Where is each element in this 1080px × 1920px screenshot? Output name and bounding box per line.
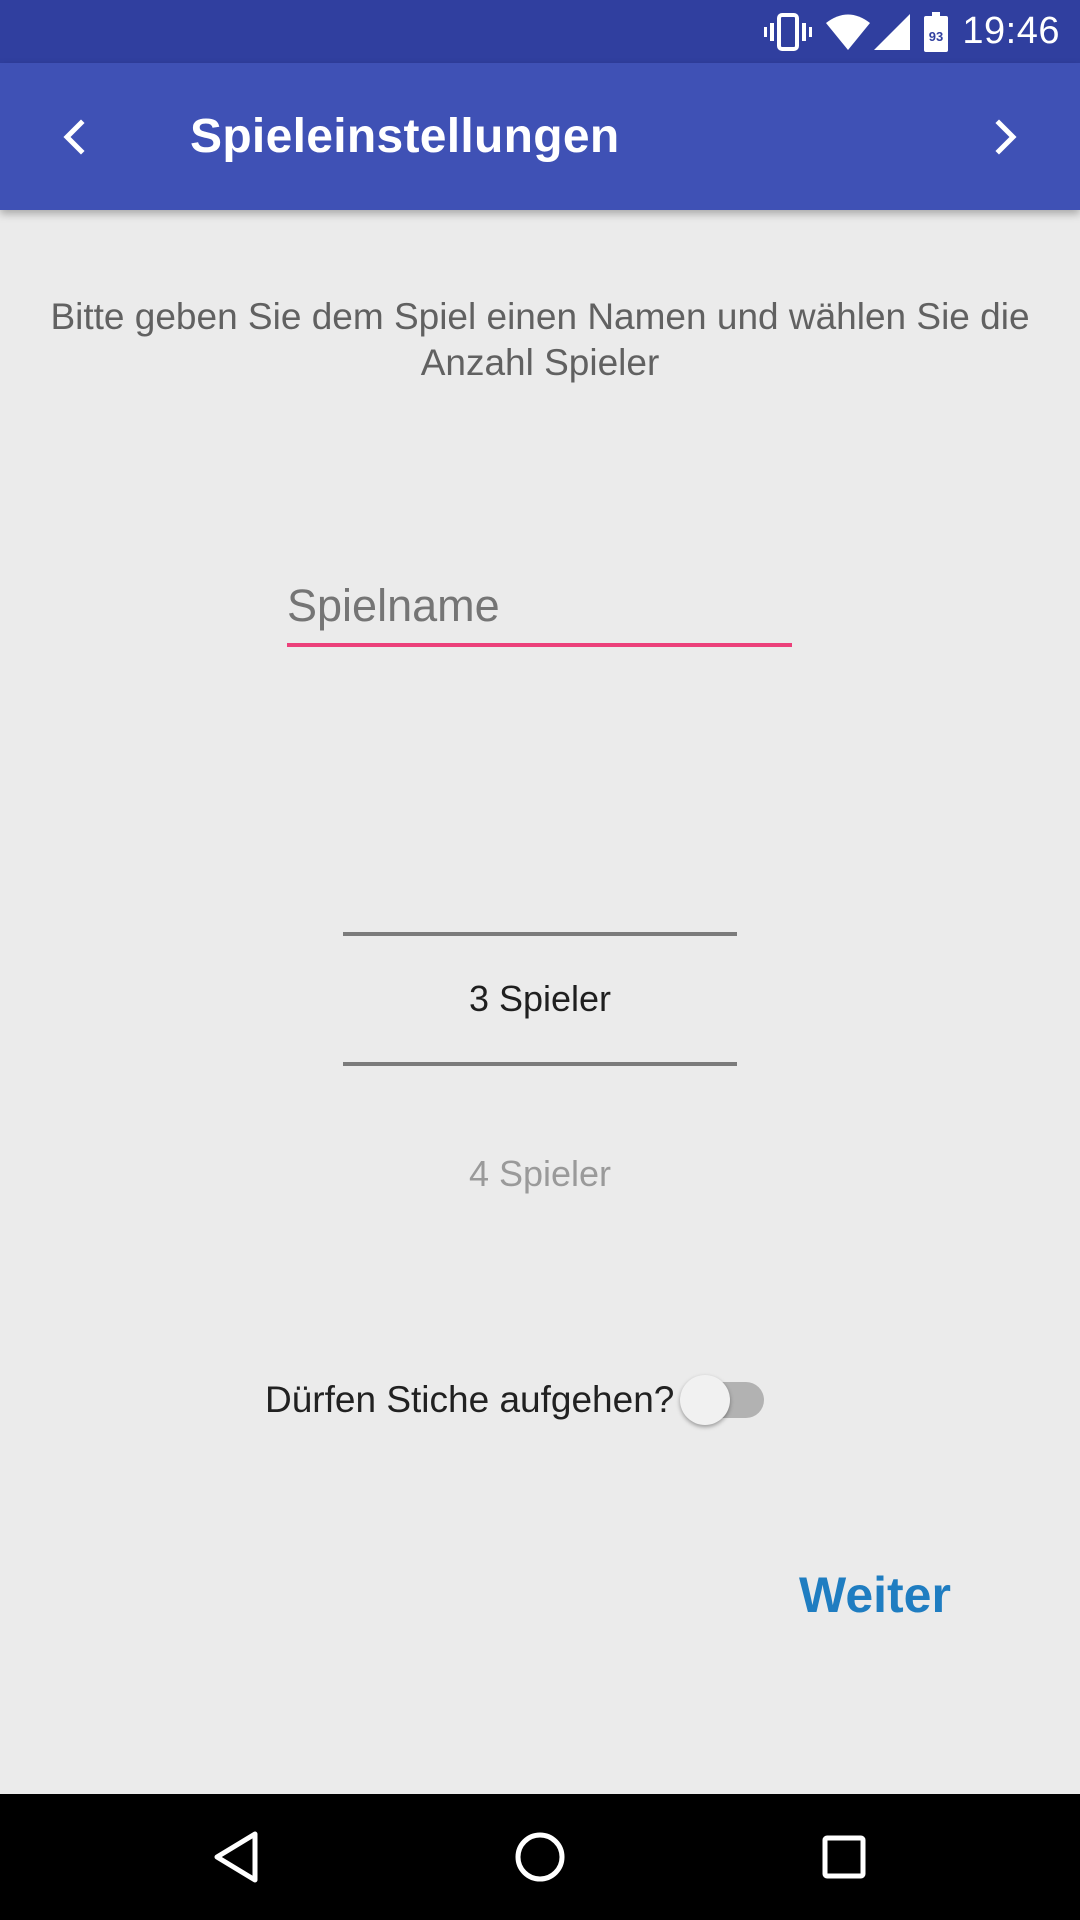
recents-square-icon	[822, 1835, 866, 1879]
player-count-picker[interactable]: 3 Spieler 4 Spieler	[343, 932, 737, 1202]
app-bar: Spieleinstellungen	[0, 63, 1080, 210]
system-recents-button[interactable]	[809, 1822, 879, 1892]
system-nav-bar	[0, 1794, 1080, 1920]
tricks-toggle-row: Dürfen Stiche aufgehen?	[265, 1370, 766, 1430]
tricks-toggle-switch[interactable]	[680, 1370, 766, 1430]
picker-selected-value[interactable]: 3 Spieler	[343, 978, 737, 1020]
chevron-left-icon	[63, 119, 85, 155]
wifi-icon	[826, 14, 871, 50]
battery-level: 93	[929, 29, 943, 44]
back-triangle-icon	[214, 1831, 258, 1883]
picker-next-value[interactable]: 4 Spieler	[343, 1153, 737, 1195]
back-button[interactable]	[36, 99, 112, 175]
system-back-button[interactable]	[201, 1822, 271, 1892]
picker-divider-top	[343, 932, 737, 936]
tricks-toggle-label: Dürfen Stiche aufgehen?	[265, 1379, 675, 1420]
system-home-button[interactable]	[505, 1822, 575, 1892]
page-title: Spieleinstellungen	[190, 110, 620, 163]
instruction-text: Bitte geben Sie dem Spiel einen Namen un…	[50, 296, 1030, 383]
game-name-input[interactable]	[287, 575, 792, 647]
status-time: 19:46	[962, 10, 1060, 52]
next-button[interactable]: Weiter	[780, 1560, 970, 1630]
status-bar: 93 19:46	[0, 0, 1080, 63]
home-circle-icon	[515, 1832, 565, 1882]
battery-icon: 93	[924, 11, 949, 52]
vibrate-icon	[764, 12, 813, 52]
picker-divider-bottom	[343, 1062, 737, 1066]
forward-button[interactable]	[968, 99, 1044, 175]
chevron-right-icon	[995, 119, 1017, 155]
cell-signal-icon	[874, 13, 911, 50]
status-icons: 93 19:46	[764, 0, 1060, 63]
